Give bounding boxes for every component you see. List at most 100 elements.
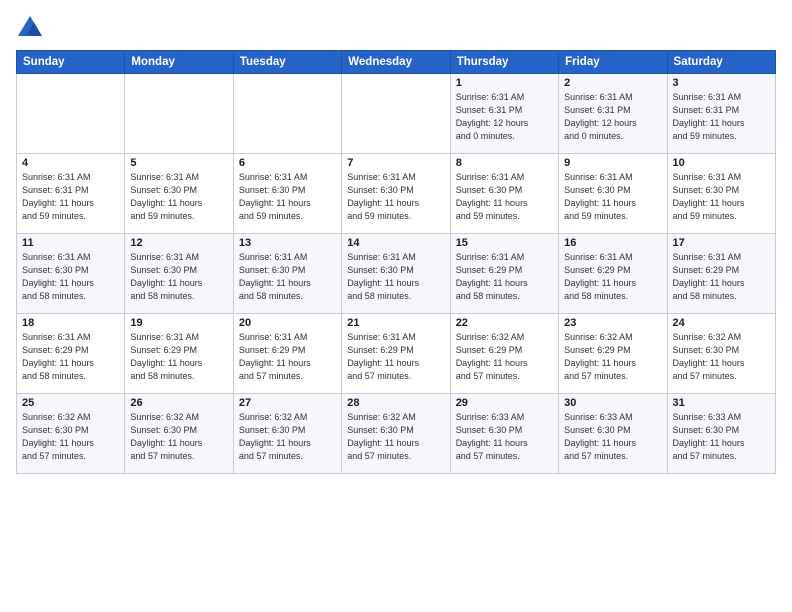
- calendar-cell: 8 Sunrise: 6:31 AM Sunset: 6:30 PM Daylig…: [450, 154, 558, 234]
- day-info: Sunrise: 6:32 AM Sunset: 6:30 PM Dayligh…: [22, 411, 119, 463]
- day-info: Sunrise: 6:33 AM Sunset: 6:30 PM Dayligh…: [564, 411, 661, 463]
- calendar-cell: 9 Sunrise: 6:31 AM Sunset: 6:30 PM Daylig…: [559, 154, 667, 234]
- weekday-header: Sunday: [17, 51, 125, 74]
- calendar-cell: [233, 74, 341, 154]
- calendar-cell: 12 Sunrise: 6:31 AM Sunset: 6:30 PM Dayli…: [125, 234, 233, 314]
- day-info: Sunrise: 6:32 AM Sunset: 6:30 PM Dayligh…: [239, 411, 336, 463]
- day-number: 22: [456, 317, 553, 329]
- day-info: Sunrise: 6:33 AM Sunset: 6:30 PM Dayligh…: [673, 411, 770, 463]
- day-info: Sunrise: 6:31 AM Sunset: 6:30 PM Dayligh…: [239, 171, 336, 223]
- day-number: 27: [239, 397, 336, 409]
- day-number: 30: [564, 397, 661, 409]
- calendar-cell: 13 Sunrise: 6:31 AM Sunset: 6:30 PM Dayli…: [233, 234, 341, 314]
- day-number: 23: [564, 317, 661, 329]
- calendar-cell: 15 Sunrise: 6:31 AM Sunset: 6:29 PM Dayli…: [450, 234, 558, 314]
- page: SundayMondayTuesdayWednesdayThursdayFrid…: [0, 0, 792, 612]
- day-info: Sunrise: 6:31 AM Sunset: 6:29 PM Dayligh…: [673, 251, 770, 303]
- day-info: Sunrise: 6:32 AM Sunset: 6:30 PM Dayligh…: [130, 411, 227, 463]
- calendar-cell: 31 Sunrise: 6:33 AM Sunset: 6:30 PM Dayli…: [667, 394, 775, 474]
- calendar-cell: 28Sunrise: 6:32 AM Sunset: 6:30 PM Dayli…: [342, 394, 450, 474]
- calendar-header-row: SundayMondayTuesdayWednesdayThursdayFrid…: [17, 51, 776, 74]
- day-info: Sunrise: 6:31 AM Sunset: 6:30 PM Dayligh…: [130, 251, 227, 303]
- calendar-cell: 10 Sunrise: 6:31 AM Sunset: 6:30 PM Dayli…: [667, 154, 775, 234]
- day-number: 19: [130, 317, 227, 329]
- calendar-cell: 14Sunrise: 6:31 AM Sunset: 6:30 PM Dayli…: [342, 234, 450, 314]
- calendar-cell: 2Sunrise: 6:31 AM Sunset: 6:31 PM Daylig…: [559, 74, 667, 154]
- calendar-cell: [17, 74, 125, 154]
- calendar-cell: 19 Sunrise: 6:31 AM Sunset: 6:29 PM Dayli…: [125, 314, 233, 394]
- day-info: Sunrise: 6:31 AM Sunset: 6:29 PM Dayligh…: [347, 331, 444, 383]
- weekday-header: Saturday: [667, 51, 775, 74]
- day-number: 10: [673, 157, 770, 169]
- day-number: 21: [347, 317, 444, 329]
- header: [16, 14, 776, 42]
- calendar-week-row: 11Sunrise: 6:31 AM Sunset: 6:30 PM Dayli…: [17, 234, 776, 314]
- day-info: Sunrise: 6:32 AM Sunset: 6:29 PM Dayligh…: [456, 331, 553, 383]
- day-info: Sunrise: 6:31 AM Sunset: 6:30 PM Dayligh…: [673, 171, 770, 223]
- day-info: Sunrise: 6:32 AM Sunset: 6:30 PM Dayligh…: [673, 331, 770, 383]
- day-number: 25: [22, 397, 119, 409]
- day-number: 18: [22, 317, 119, 329]
- calendar-cell: 1 Sunrise: 6:31 AM Sunset: 6:31 PM Daylig…: [450, 74, 558, 154]
- day-info: Sunrise: 6:31 AM Sunset: 6:31 PM Dayligh…: [673, 91, 770, 143]
- calendar-cell: 25 Sunrise: 6:32 AM Sunset: 6:30 PM Dayli…: [17, 394, 125, 474]
- day-number: 17: [673, 237, 770, 249]
- day-info: Sunrise: 6:31 AM Sunset: 6:31 PM Dayligh…: [564, 91, 661, 143]
- calendar-week-row: 18 Sunrise: 6:31 AM Sunset: 6:29 PM Dayli…: [17, 314, 776, 394]
- calendar-cell: 21 Sunrise: 6:31 AM Sunset: 6:29 PM Dayli…: [342, 314, 450, 394]
- day-number: 4: [22, 157, 119, 169]
- day-number: 31: [673, 397, 770, 409]
- day-number: 1: [456, 77, 553, 89]
- calendar-cell: 16 Sunrise: 6:31 AM Sunset: 6:29 PM Dayli…: [559, 234, 667, 314]
- calendar-cell: 7Sunrise: 6:31 AM Sunset: 6:30 PM Daylig…: [342, 154, 450, 234]
- calendar-week-row: 1 Sunrise: 6:31 AM Sunset: 6:31 PM Daylig…: [17, 74, 776, 154]
- calendar-cell: 20 Sunrise: 6:31 AM Sunset: 6:29 PM Dayli…: [233, 314, 341, 394]
- day-info: Sunrise: 6:31 AM Sunset: 6:29 PM Dayligh…: [239, 331, 336, 383]
- calendar-cell: 29 Sunrise: 6:33 AM Sunset: 6:30 PM Dayli…: [450, 394, 558, 474]
- day-number: 12: [130, 237, 227, 249]
- day-number: 9: [564, 157, 661, 169]
- day-number: 16: [564, 237, 661, 249]
- day-number: 20: [239, 317, 336, 329]
- calendar-cell: [125, 74, 233, 154]
- day-number: 5: [130, 157, 227, 169]
- calendar-cell: 23Sunrise: 6:32 AM Sunset: 6:29 PM Dayli…: [559, 314, 667, 394]
- day-info: Sunrise: 6:31 AM Sunset: 6:29 PM Dayligh…: [130, 331, 227, 383]
- day-info: Sunrise: 6:31 AM Sunset: 6:30 PM Dayligh…: [347, 171, 444, 223]
- day-info: Sunrise: 6:31 AM Sunset: 6:30 PM Dayligh…: [456, 171, 553, 223]
- day-number: 29: [456, 397, 553, 409]
- calendar-cell: 26Sunrise: 6:32 AM Sunset: 6:30 PM Dayli…: [125, 394, 233, 474]
- day-number: 24: [673, 317, 770, 329]
- calendar-week-row: 4 Sunrise: 6:31 AM Sunset: 6:31 PM Daylig…: [17, 154, 776, 234]
- calendar-cell: 6 Sunrise: 6:31 AM Sunset: 6:30 PM Daylig…: [233, 154, 341, 234]
- day-number: 13: [239, 237, 336, 249]
- weekday-header: Friday: [559, 51, 667, 74]
- weekday-header: Tuesday: [233, 51, 341, 74]
- day-number: 8: [456, 157, 553, 169]
- calendar-cell: 24 Sunrise: 6:32 AM Sunset: 6:30 PM Dayli…: [667, 314, 775, 394]
- calendar-cell: 5Sunrise: 6:31 AM Sunset: 6:30 PM Daylig…: [125, 154, 233, 234]
- calendar-week-row: 25 Sunrise: 6:32 AM Sunset: 6:30 PM Dayli…: [17, 394, 776, 474]
- logo: [16, 14, 48, 42]
- calendar-cell: 22 Sunrise: 6:32 AM Sunset: 6:29 PM Dayli…: [450, 314, 558, 394]
- day-number: 28: [347, 397, 444, 409]
- day-info: Sunrise: 6:31 AM Sunset: 6:30 PM Dayligh…: [239, 251, 336, 303]
- day-info: Sunrise: 6:31 AM Sunset: 6:29 PM Dayligh…: [22, 331, 119, 383]
- calendar-cell: 27 Sunrise: 6:32 AM Sunset: 6:30 PM Dayli…: [233, 394, 341, 474]
- day-info: Sunrise: 6:31 AM Sunset: 6:31 PM Dayligh…: [456, 91, 553, 143]
- calendar-cell: 11Sunrise: 6:31 AM Sunset: 6:30 PM Dayli…: [17, 234, 125, 314]
- calendar-cell: 4 Sunrise: 6:31 AM Sunset: 6:31 PM Daylig…: [17, 154, 125, 234]
- day-number: 15: [456, 237, 553, 249]
- day-info: Sunrise: 6:31 AM Sunset: 6:30 PM Dayligh…: [22, 251, 119, 303]
- day-number: 14: [347, 237, 444, 249]
- day-info: Sunrise: 6:31 AM Sunset: 6:30 PM Dayligh…: [564, 171, 661, 223]
- day-info: Sunrise: 6:31 AM Sunset: 6:31 PM Dayligh…: [22, 171, 119, 223]
- day-info: Sunrise: 6:31 AM Sunset: 6:29 PM Dayligh…: [456, 251, 553, 303]
- day-info: Sunrise: 6:33 AM Sunset: 6:30 PM Dayligh…: [456, 411, 553, 463]
- calendar-table: SundayMondayTuesdayWednesdayThursdayFrid…: [16, 50, 776, 474]
- day-number: 6: [239, 157, 336, 169]
- weekday-header: Monday: [125, 51, 233, 74]
- day-info: Sunrise: 6:31 AM Sunset: 6:29 PM Dayligh…: [564, 251, 661, 303]
- day-number: 3: [673, 77, 770, 89]
- calendar-cell: 17 Sunrise: 6:31 AM Sunset: 6:29 PM Dayli…: [667, 234, 775, 314]
